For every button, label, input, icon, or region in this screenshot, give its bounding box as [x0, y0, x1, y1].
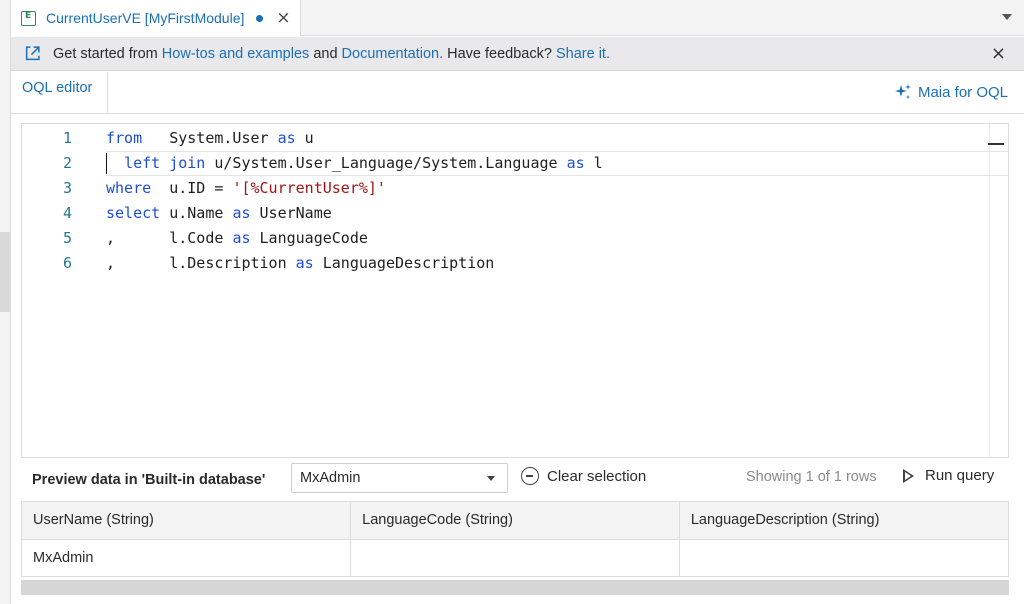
keyword-token: as	[232, 204, 251, 222]
user-select[interactable]: MxAdmin	[291, 463, 508, 493]
code-line[interactable]: 5 , l.Code as LanguageCode	[22, 226, 992, 251]
keyword-token: from	[106, 129, 143, 147]
chevron-down-icon	[487, 476, 495, 481]
text-token: u.ID =	[151, 179, 233, 197]
unsaved-dot-icon	[256, 14, 264, 22]
code-text: select u.Name as UserName	[106, 201, 332, 226]
text-token: LanguageCode	[250, 229, 368, 247]
code-text: , l.Description as LanguageDescription	[106, 251, 494, 276]
document-tab-bar: CurrentUserVE [MyFirstModule] ×	[11, 0, 1024, 36]
external-link-icon	[25, 46, 40, 61]
keyword-token: as	[295, 254, 314, 272]
table-cell	[679, 539, 1008, 576]
column-header[interactable]: LanguageCode (String)	[350, 502, 680, 540]
banner-and: and	[309, 45, 342, 62]
line-number: 1	[62, 129, 72, 147]
column-header[interactable]: LanguageDescription (String)	[679, 502, 1008, 540]
documentation-link[interactable]: Documentation.	[342, 46, 444, 62]
code-line[interactable]: 1 from System.User as u	[22, 126, 992, 151]
row-count-status: Showing 1 of 1 rows	[746, 469, 877, 485]
banner-prefix: Get started from	[53, 45, 162, 62]
banner-feedback: Have feedback?	[443, 45, 556, 62]
entity-icon	[21, 10, 36, 26]
text-token: , l.Code	[106, 229, 233, 247]
text-token: , l.Description	[106, 254, 296, 272]
sparkle-icon	[894, 84, 911, 99]
code-text: where u.ID = '[%CurrentUser%]'	[106, 176, 386, 201]
horizontal-scrollbar[interactable]	[21, 580, 1009, 595]
close-tab-icon[interactable]: ×	[276, 8, 290, 28]
string-token: '[%CurrentUser%]'	[232, 179, 386, 197]
maia-label: Maia for OQL	[917, 83, 1008, 101]
close-banner-icon[interactable]: ×	[991, 43, 1006, 64]
banner-text: Get started from How-tos and examples an…	[53, 46, 610, 62]
tab-title: CurrentUserVE [MyFirstModule]	[46, 10, 245, 26]
oql-code-editor[interactable]: 1 from System.User as u2 left join u/Syst…	[21, 123, 1009, 458]
table-cell: MxAdmin	[22, 539, 352, 576]
code-text: , l.Code as LanguageCode	[106, 226, 368, 251]
text-token: u	[295, 129, 314, 147]
editor-tab-bar: OQL editor Maia for OQL	[11, 72, 1024, 114]
results-table: UserName (String) LanguageCode (String) …	[21, 501, 1009, 577]
tab-oql-editor-label: OQL editor	[22, 80, 93, 96]
side-panel-scroll-mark	[0, 232, 10, 312]
get-started-banner: Get started from How-tos and examples an…	[11, 37, 1024, 71]
code-text: from System.User as u	[106, 126, 314, 151]
text-token: u.Name	[160, 204, 233, 222]
text-cursor	[106, 153, 107, 174]
preview-label: Preview data in 'Built-in database'	[32, 472, 266, 488]
play-icon	[903, 468, 914, 483]
line-number: 4	[62, 204, 72, 222]
run-query-label: Run query	[925, 467, 995, 484]
line-number: 3	[62, 179, 72, 197]
text-token: UserName	[250, 204, 332, 222]
maia-for-oql-button[interactable]: Maia for OQL	[894, 83, 1008, 101]
howtos-link[interactable]: How-tos and examples	[162, 46, 310, 62]
text-token: LanguageDescription	[313, 254, 495, 272]
table-row[interactable]: MxAdmin	[22, 539, 1008, 576]
line-number: 5	[62, 229, 72, 247]
document-tab[interactable]: CurrentUserVE [MyFirstModule] ×	[11, 0, 301, 36]
keyword-token: select	[106, 204, 161, 222]
tab-list-dropdown-icon[interactable]	[1002, 14, 1012, 20]
side-panel-edge	[0, 0, 11, 604]
share-it-link[interactable]: Share it.	[556, 46, 610, 62]
column-header[interactable]: UserName (String)	[22, 502, 352, 540]
keyword-token: where	[106, 179, 152, 197]
code-line[interactable]: 6 , l.Description as LanguageDescription	[22, 251, 992, 276]
keyword-token: as	[232, 229, 251, 247]
tab-oql-editor[interactable]: OQL editor	[11, 72, 108, 114]
results-header-row: UserName (String) LanguageCode (String) …	[22, 502, 1008, 540]
clear-selection-button[interactable]: Clear selection	[521, 467, 646, 485]
table-cell	[350, 539, 680, 576]
text-token: System.User	[142, 129, 278, 147]
clear-selection-label: Clear selection	[547, 467, 647, 485]
preview-toolbar: Preview data in 'Built-in database' MxAd…	[21, 459, 1009, 501]
run-query-button[interactable]: Run query	[903, 467, 994, 484]
code-line[interactable]: 4 select u.Name as UserName	[22, 201, 992, 226]
code-line[interactable]: 3 where u.ID = '[%CurrentUser%]'	[22, 176, 992, 201]
keyword-token: as	[277, 129, 296, 147]
current-line-highlight	[106, 151, 1008, 176]
minus-circle-icon	[521, 467, 539, 485]
user-select-value: MxAdmin	[300, 470, 361, 486]
line-number: 6	[62, 254, 72, 272]
line-number: 2	[62, 154, 72, 172]
